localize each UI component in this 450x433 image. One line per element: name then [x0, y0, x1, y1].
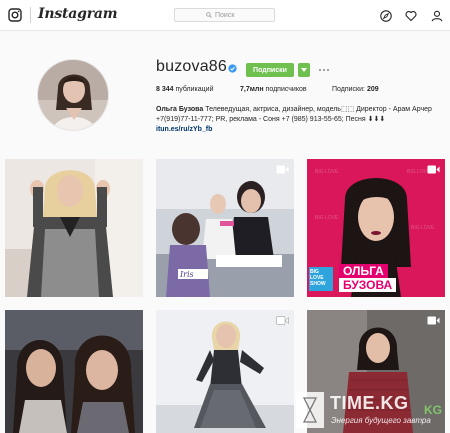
svg-text:BIG LOVE: BIG LOVE	[411, 225, 435, 231]
explore-compass-icon[interactable]	[380, 10, 392, 22]
post-photo	[5, 159, 143, 297]
profile-bio: Ольга Бузова Телеведущая, актриса, дизай…	[156, 105, 446, 135]
followers-label: подписчиков	[265, 86, 307, 93]
search-box[interactable]	[174, 8, 275, 22]
bio-full-name: Ольга Бузова	[156, 106, 204, 113]
posts-stat: 8 344 публикаций	[156, 86, 213, 93]
followers-stat[interactable]: 7,7млн подписчиков	[240, 86, 307, 93]
followers-count: 7,7млн	[240, 86, 264, 93]
avatar-photo	[38, 60, 108, 130]
show-badge: BIG LOVE SHOW	[310, 269, 326, 287]
post-tile[interactable]	[5, 310, 143, 433]
post-photo	[5, 310, 143, 433]
profile-avatar[interactable]	[37, 59, 109, 131]
search-input[interactable]	[215, 11, 243, 19]
watermark-title: TIME.KG	[330, 393, 409, 413]
post-photo	[156, 310, 294, 433]
following-button[interactable]: Подписки	[246, 63, 294, 77]
profile-icon[interactable]	[431, 10, 443, 22]
top-navigation-bar: Instagram	[0, 0, 450, 31]
instagram-camera-icon[interactable]	[8, 8, 22, 22]
post-tile[interactable]: BIG LOVE BIG LOVE BIG LOVE BIG LOVE BIG …	[307, 159, 445, 297]
chevron-down-icon	[301, 68, 307, 72]
svg-text:Iris: Iris	[179, 270, 194, 279]
watermark-subtitle: Энергия будущего завтра	[331, 416, 431, 425]
profile-username: buzova86	[156, 58, 227, 75]
instagram-wordmark[interactable]: Instagram	[38, 6, 118, 22]
post-tile[interactable]	[5, 159, 143, 297]
following-count: 209	[366, 86, 379, 93]
suggestions-dropdown-button[interactable]	[298, 63, 310, 77]
post-photo: Iris	[156, 159, 294, 297]
video-icon	[427, 165, 440, 174]
verified-badge-icon	[228, 64, 237, 73]
following-stat[interactable]: Подписки: 209	[332, 86, 379, 93]
video-icon	[276, 165, 289, 174]
tile-caption-surname: БУЗОВА	[339, 278, 397, 292]
nav-divider	[30, 7, 31, 23]
video-icon	[427, 316, 440, 325]
heart-icon[interactable]	[405, 10, 417, 22]
profile-stats: 8 344 публикаций 7,7млн подписчиков Подп…	[156, 86, 416, 98]
bio-external-link[interactable]: itun.es/ru/zYb_fb	[156, 125, 446, 135]
post-tile[interactable]: Iris	[156, 159, 294, 297]
svg-text:BIG LOVE: BIG LOVE	[315, 169, 339, 175]
following-label: Подписки:	[332, 86, 365, 93]
tile-caption-name: ОЛЬГА	[339, 264, 388, 278]
watermark-tail: KG	[424, 403, 442, 417]
more-options-icon[interactable]	[318, 68, 330, 72]
posts-label: публикаций	[175, 86, 214, 93]
search-icon	[206, 12, 212, 18]
posts-count: 8 344	[156, 86, 174, 93]
svg-text:BIG LOVE: BIG LOVE	[315, 215, 339, 221]
post-tile[interactable]	[156, 310, 294, 433]
video-icon	[276, 316, 289, 325]
